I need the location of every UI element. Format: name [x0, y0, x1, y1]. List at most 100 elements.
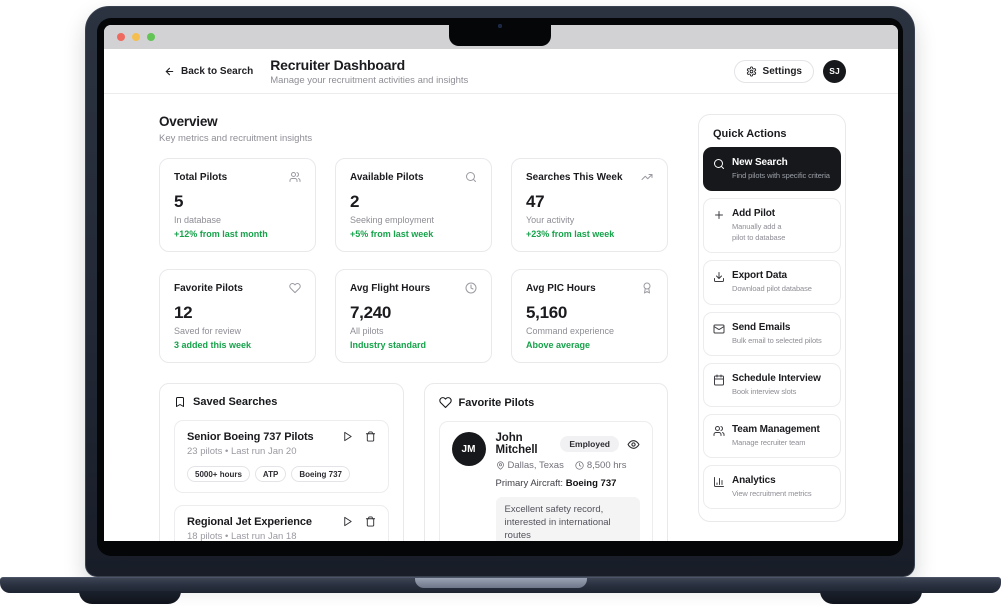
pilot-location: Dallas, Texas	[507, 460, 564, 471]
metric-delta: +12% from last month	[174, 229, 268, 239]
window-zoom-button[interactable]	[147, 33, 155, 41]
metric-sub: Your activity	[526, 215, 575, 225]
saved-search-name: Senior Boeing 737 Pilots	[187, 431, 314, 443]
search-icon	[465, 171, 477, 183]
pilot-name: John Mitchell	[495, 432, 538, 456]
note-line: Excellent safety record,	[504, 504, 604, 515]
quick-action-desc: Manage recruiter team	[732, 437, 806, 447]
metric-value: 47	[526, 192, 545, 211]
quick-actions-title: Quick Actions	[713, 128, 787, 140]
quick-action-team-management[interactable]: Team Management Manage recruiter team	[703, 413, 841, 458]
quick-action-desc: Book interview slots	[732, 386, 797, 396]
page-subtitle: Manage your recruitment activities and i…	[270, 74, 469, 86]
laptop-foot	[79, 591, 181, 604]
metric-label: Avg Flight Hours	[350, 282, 431, 294]
pilot-note: Excellent safety record, interested in i…	[495, 497, 640, 541]
quick-action-desc: Find pilots with specific criteria	[732, 171, 830, 180]
settings-button[interactable]: Settings	[733, 59, 814, 83]
metric-value: 5	[174, 192, 184, 211]
quick-action-send-emails[interactable]: Send Emails Bulk email to selected pilot…	[703, 311, 841, 356]
download-icon	[713, 271, 725, 294]
lid-lift-notch	[414, 578, 587, 588]
users-icon	[713, 425, 725, 448]
metric-sub: Command experience	[526, 326, 615, 336]
clock-icon	[575, 461, 584, 470]
delete-icon[interactable]	[365, 516, 376, 527]
tag: ATP	[254, 466, 287, 482]
quick-action-label: New Search	[732, 157, 788, 168]
app-header: Back to Search Recruiter Dashboard Manag…	[104, 49, 898, 94]
metric-sub: Saved for review	[174, 326, 242, 336]
metric-delta: +5% from last week	[350, 229, 434, 239]
metric-card-avg-flight-hours: Avg Flight Hours 7,240 All pilots Indust…	[335, 269, 492, 363]
laptop-notch	[449, 18, 551, 46]
run-search-icon[interactable]	[342, 516, 353, 527]
back-to-search-link[interactable]: Back to Search	[164, 66, 253, 77]
metric-card-avg-pic-hours: Avg PIC Hours 5,160 Command experience A…	[511, 269, 668, 363]
pilot-hours: 8,500 hrs	[586, 460, 627, 471]
bar-chart-icon	[713, 476, 725, 499]
saved-search-meta: 23 pilots • Last run Jan 20	[187, 446, 297, 457]
status-badge: Employed	[560, 436, 619, 452]
delete-icon[interactable]	[365, 431, 376, 442]
quick-action-label: Team Management	[732, 423, 820, 435]
heart-icon	[438, 396, 452, 409]
metric-label: Favorite Pilots	[174, 282, 243, 294]
favorite-pilots-title: Favorite Pilots	[458, 396, 535, 409]
window-close-button[interactable]	[117, 33, 125, 41]
metric-card-searches-this-week: Searches This Week 47 Your activity +23%…	[511, 158, 668, 252]
plus-icon	[713, 209, 725, 243]
quick-action-analytics[interactable]: Analytics View recruitment metrics	[703, 464, 841, 509]
trending-up-icon	[641, 171, 653, 183]
tag: Boeing 737	[291, 466, 351, 482]
bookmark-icon	[174, 396, 186, 408]
quick-action-add-pilot[interactable]: Add Pilot Manually add a pilot to databa…	[703, 198, 841, 254]
metric-delta: Above average	[526, 340, 591, 350]
quick-action-schedule-interview[interactable]: Schedule Interview Book interview slots	[703, 362, 841, 407]
metric-card-favorite-pilots: Favorite Pilots 12 Saved for review 3 ad…	[159, 269, 316, 363]
metric-value: 12	[174, 303, 193, 322]
quick-action-desc: Bulk email to selected pilots	[732, 335, 822, 345]
pilot-card[interactable]: JM John Mitchell Employed Dallas, Texas …	[438, 421, 653, 541]
arrow-left-icon	[164, 66, 175, 77]
window-minimize-button[interactable]	[132, 33, 140, 41]
saved-searches-panel: Saved Searches Senior Boeing 737 Pilots …	[159, 383, 404, 541]
camera-dot	[498, 24, 502, 28]
metric-card-total-pilots: Total Pilots 5 In database +12% from las…	[159, 158, 316, 252]
metric-delta: +23% from last week	[526, 229, 615, 239]
calendar-icon	[713, 374, 725, 397]
metric-label: Total Pilots	[174, 171, 228, 183]
metric-delta: Industry standard	[350, 340, 427, 350]
gear-icon	[746, 65, 757, 77]
users-icon	[289, 171, 301, 183]
view-pilot-icon[interactable]	[627, 438, 640, 451]
metrics-grid: Total Pilots 5 In database +12% from las…	[159, 158, 668, 363]
metric-value: 2	[350, 192, 360, 211]
saved-searches-title: Saved Searches	[193, 396, 278, 408]
quick-action-desc: pilot to database	[732, 233, 786, 243]
user-avatar[interactable]: SJ	[823, 59, 846, 83]
laptop-foot	[820, 591, 922, 604]
note-line: interested in international routes	[504, 517, 611, 541]
metric-card-available-pilots: Available Pilots 2 Seeking employment +5…	[335, 158, 492, 252]
quick-action-label: Add Pilot	[732, 208, 775, 220]
run-search-icon[interactable]	[342, 431, 353, 442]
quick-action-label: Analytics	[732, 474, 776, 486]
saved-search-item[interactable]: Senior Boeing 737 Pilots 23 pilots • Las…	[174, 420, 389, 493]
quick-action-export-data[interactable]: Export Data Download pilot database	[703, 260, 841, 305]
overview-subtitle: Key metrics and recruitment insights	[159, 133, 313, 144]
screen: Back to Search Recruiter Dashboard Manag…	[104, 25, 898, 541]
overview-title: Overview	[159, 114, 218, 129]
settings-label: Settings	[762, 65, 802, 77]
favorite-pilots-panel: Favorite Pilots JM John Mitchell Employe…	[423, 383, 668, 541]
quick-action-desc: View recruitment metrics	[732, 488, 812, 498]
quick-action-desc: Manually add a	[732, 222, 782, 232]
quick-action-new-search[interactable]: New Search Find pilots with specific cri…	[703, 147, 841, 192]
metric-label: Avg PIC Hours	[526, 282, 596, 294]
saved-search-item[interactable]: Regional Jet Experience 18 pilots • Last…	[174, 505, 389, 541]
mail-icon	[713, 323, 725, 346]
metric-delta: 3 added this week	[174, 340, 252, 350]
search-icon	[713, 158, 725, 181]
quick-action-label: Schedule Interview	[732, 372, 821, 384]
metric-label: Searches This Week	[526, 171, 623, 183]
